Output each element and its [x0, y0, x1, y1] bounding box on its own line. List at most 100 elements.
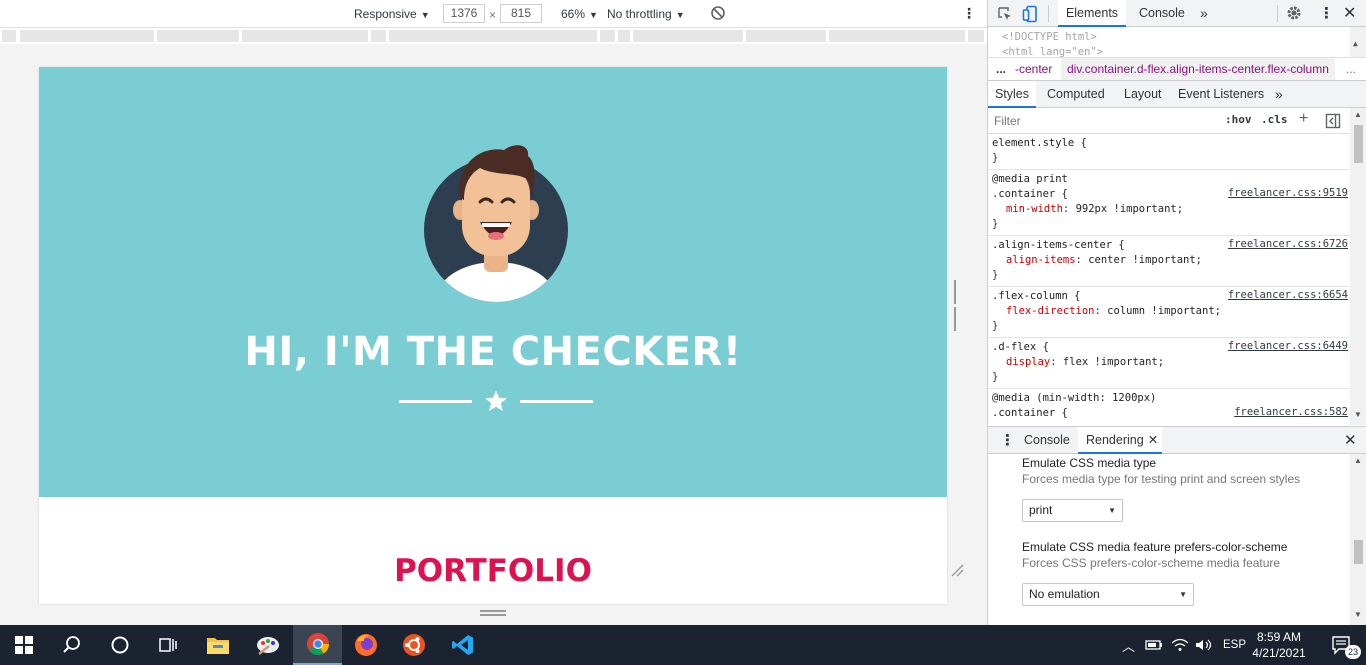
- close-drawer-icon[interactable]: ✕: [1344, 427, 1357, 454]
- tree-scrollbar[interactable]: ▲: [1350, 27, 1366, 57]
- media-type-select[interactable]: print ▼: [1022, 499, 1123, 522]
- sensor-rotate-icon[interactable]: [710, 5, 726, 25]
- color-scheme-description: Forces CSS prefers-color-scheme media fe…: [1022, 556, 1281, 570]
- new-style-rule-icon[interactable]: +: [1299, 110, 1308, 128]
- customize-menu-icon[interactable]: ⋮: [1319, 0, 1334, 27]
- rule-source-link[interactable]: freelancer.css:6449: [1228, 340, 1348, 352]
- tab-console[interactable]: Console: [1139, 0, 1185, 27]
- style-rule[interactable]: @media (min-width: 1200px) .container { …: [988, 389, 1350, 424]
- more-tabs-icon[interactable]: »: [1200, 0, 1208, 27]
- gear-icon[interactable]: [1286, 5, 1302, 21]
- tree-line-html[interactable]: <html lang="en">: [1002, 46, 1103, 57]
- breadcrumb-item-current[interactable]: div.container.d-flex.align-items-center.…: [1061, 58, 1335, 80]
- language-indicator[interactable]: ESP: [1223, 639, 1246, 651]
- task-view-icon[interactable]: [144, 625, 192, 665]
- paint-icon[interactable]: [244, 625, 292, 665]
- tab-elements[interactable]: Elements: [1058, 0, 1126, 27]
- style-rule[interactable]: @media print .container { freelancer.css…: [988, 170, 1350, 236]
- tab-styles[interactable]: Styles: [988, 81, 1036, 108]
- rule-property[interactable]: min-width: 992px !important;: [992, 202, 1346, 217]
- color-scheme-select[interactable]: No emulation ▼: [1022, 583, 1194, 606]
- search-icon[interactable]: [48, 625, 96, 665]
- rendering-scrollbar[interactable]: ▲ ▼: [1350, 454, 1366, 625]
- device-toolbar: Responsive ▼ 1376 × 815 66% ▼ No throttlin…: [0, 0, 987, 28]
- drawer-tab-console[interactable]: Console: [1024, 427, 1070, 454]
- rule-source-link[interactable]: freelancer.css:582: [1234, 406, 1348, 418]
- caret-down-icon: ▼: [420, 10, 430, 20]
- masthead-heading: HI, I'M THE CHECKER!: [244, 329, 742, 375]
- viewport-corner-resize-handle[interactable]: [950, 563, 964, 577]
- firefox-icon[interactable]: [342, 625, 390, 665]
- drawer-menu-icon[interactable]: ⋮: [1000, 427, 1015, 454]
- height-input[interactable]: 815: [500, 4, 542, 23]
- scroll-up-icon[interactable]: ▲: [1354, 110, 1362, 119]
- scroll-down-icon[interactable]: ▼: [1354, 410, 1362, 419]
- cls-toggle[interactable]: .cls: [1261, 113, 1288, 126]
- style-rule-element[interactable]: element.style { }: [988, 134, 1350, 170]
- volume-icon[interactable]: [1195, 638, 1213, 652]
- width-input[interactable]: 1376: [443, 4, 485, 23]
- tree-line-doctype[interactable]: <!DOCTYPE html>: [1002, 31, 1097, 43]
- throttling-select[interactable]: No throttling ▼: [607, 6, 685, 23]
- more-subtabs-icon[interactable]: »: [1275, 81, 1283, 108]
- notification-center-icon[interactable]: 23: [1318, 625, 1366, 665]
- rule-property[interactable]: display: flex !important;: [992, 355, 1346, 370]
- device-emulation-pane: Responsive ▼ 1376 × 815 66% ▼ No throttlin…: [0, 0, 987, 625]
- style-rule[interactable]: .flex-column { freelancer.css:6654 flex-…: [988, 287, 1350, 338]
- styles-scrollbar[interactable]: ▲ ▼: [1350, 108, 1366, 425]
- inspect-element-icon[interactable]: [997, 6, 1013, 22]
- breadcrumb: ... -center div.container.d-flex.align-i…: [988, 57, 1366, 81]
- viewport-bottom-resize-handle[interactable]: [480, 610, 506, 618]
- clock[interactable]: 8:59 AM 4/21/2021: [1244, 629, 1314, 661]
- caret-down-icon: ▼: [675, 10, 685, 20]
- emulated-page: HI, I'M THE CHECKER! PORTFOLIO: [39, 67, 947, 604]
- rule-source-link[interactable]: freelancer.css:9519: [1228, 187, 1348, 199]
- portfolio-heading: PORTFOLIO: [394, 553, 592, 589]
- windows-taskbar: ︿ ESP 8:59 AM 4/21/2021 23: [0, 625, 1366, 665]
- breadcrumb-scroll-right[interactable]: ...: [1346, 58, 1356, 80]
- chrome-icon[interactable]: [293, 625, 342, 665]
- scroll-up-icon[interactable]: ▲: [1354, 456, 1362, 465]
- tab-layout[interactable]: Layout: [1124, 81, 1162, 108]
- rule-source-link[interactable]: freelancer.css:6654: [1228, 289, 1348, 301]
- style-rules-list[interactable]: element.style { } @media print .containe…: [988, 134, 1350, 425]
- more-options-icon[interactable]: ⋮: [962, 5, 976, 21]
- zoom-select[interactable]: 66% ▼: [561, 6, 598, 23]
- tab-computed[interactable]: Computed: [1047, 81, 1105, 108]
- scroll-thumb[interactable]: [1354, 125, 1363, 163]
- rule-property[interactable]: align-items: center !important;: [992, 253, 1346, 268]
- filter-input[interactable]: [990, 111, 1214, 131]
- scroll-down-icon[interactable]: ▼: [1354, 610, 1362, 619]
- style-rule[interactable]: .align-items-center { freelancer.css:672…: [988, 236, 1350, 287]
- rule-media: @media (min-width: 1200px): [992, 392, 1157, 404]
- breadcrumb-item-prev[interactable]: -center: [1015, 58, 1052, 80]
- wifi-icon[interactable]: [1171, 638, 1189, 652]
- device-select[interactable]: Responsive ▼: [354, 6, 430, 23]
- rendering-panel: Emulate CSS media type Forces media type…: [988, 454, 1350, 625]
- battery-icon[interactable]: [1145, 638, 1163, 652]
- show-hidden-icons-icon[interactable]: ︿: [1122, 636, 1135, 655]
- scroll-thumb[interactable]: [1354, 540, 1363, 564]
- rule-close-brace: }: [992, 320, 999, 332]
- rule-source-link[interactable]: freelancer.css:6726: [1228, 238, 1348, 250]
- toggle-sidebar-icon[interactable]: [1325, 113, 1341, 129]
- rule-property[interactable]: flex-direction: column !important;: [992, 304, 1346, 319]
- vscode-icon[interactable]: [439, 625, 487, 665]
- close-icon[interactable]: ✕: [1343, 0, 1356, 27]
- device-toolbar-toggle-icon[interactable]: [1022, 5, 1040, 23]
- file-explorer-icon[interactable]: [194, 625, 242, 665]
- close-tab-icon[interactable]: ✕: [1148, 433, 1158, 447]
- elements-tree[interactable]: <!DOCTYPE html> <html lang="en"> ▲: [988, 27, 1366, 57]
- viewport-right-resize-handle[interactable]: [954, 280, 960, 331]
- media-query-bar[interactable]: [0, 28, 987, 44]
- viewport-area: HI, I'M THE CHECKER! PORTFOLIO: [0, 44, 987, 625]
- start-icon[interactable]: [0, 625, 48, 665]
- drawer-tab-rendering[interactable]: Rendering ✕: [1078, 427, 1162, 454]
- cortana-icon[interactable]: [96, 625, 144, 665]
- ubuntu-icon[interactable]: [390, 625, 438, 665]
- hov-toggle[interactable]: :hov: [1225, 113, 1252, 126]
- tab-event-listeners[interactable]: Event Listeners: [1178, 81, 1264, 108]
- throttling-label: No throttling: [607, 7, 672, 21]
- breadcrumb-scroll-left[interactable]: ...: [996, 58, 1006, 80]
- style-rule[interactable]: .d-flex { freelancer.css:6449 display: f…: [988, 338, 1350, 389]
